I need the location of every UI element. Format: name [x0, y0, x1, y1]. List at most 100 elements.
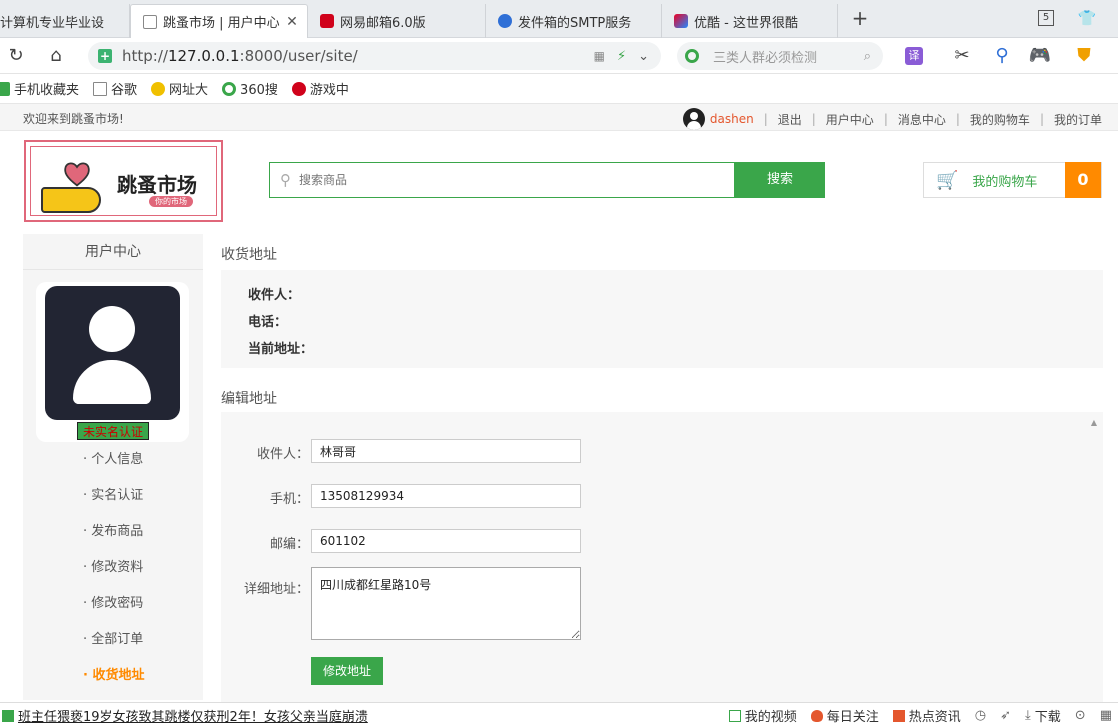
sidebar-item-address[interactable]: · 收货地址 — [23, 658, 203, 694]
verification-badge[interactable]: 未实名认证 — [77, 422, 149, 440]
tab-title: 优酷 - 这世界很酷 — [694, 15, 798, 31]
receiver-input[interactable] — [311, 439, 581, 463]
edit-section-title: 编辑地址 — [221, 391, 277, 407]
update-address-button[interactable]: 修改地址 — [311, 657, 383, 685]
grid-icon[interactable]: ▦ — [1100, 708, 1112, 723]
sidebar-item-password[interactable]: · 修改密码 — [23, 586, 203, 622]
logout-link[interactable]: 退出 — [778, 111, 802, 128]
zip-input[interactable] — [311, 529, 581, 553]
tab-title: 发件箱的SMTP服务 — [518, 15, 632, 31]
baidu-icon — [498, 14, 512, 28]
phone-icon — [0, 81, 10, 96]
bookmark-360[interactable]: 360搜 — [222, 79, 278, 98]
tab-smtp[interactable]: 发件箱的SMTP服务 — [486, 4, 662, 38]
sidebar-item-orders[interactable]: · 全部订单 — [23, 622, 203, 658]
game-icon — [291, 81, 306, 96]
gamepad-icon[interactable]: 🎮 — [1028, 44, 1052, 68]
site-top-nav: 欢迎来到跳蚤市场! dashen | 退出 | 用户中心 | 消息中心 | 我的… — [0, 104, 1118, 131]
cart-label: 我的购物车 — [972, 174, 1038, 190]
user-avatar-icon — [682, 108, 705, 130]
video-icon — [728, 709, 741, 722]
mobile-field-label: 手机： — [269, 492, 309, 507]
logo-pill: 你的市场 — [149, 196, 193, 207]
scrollbar[interactable]: ▲ — [1089, 418, 1099, 696]
url-field[interactable]: + http://127.0.0.1:8000/user/site/ ▦ ⚡ ⌄ — [88, 42, 661, 70]
chevron-down-icon[interactable]: ⌄ — [638, 49, 649, 64]
search-engine-icon[interactable] — [685, 49, 699, 63]
bookmark-games[interactable]: 游戏中 — [291, 79, 349, 98]
logo-title: 跳蚤市场 — [117, 173, 197, 197]
tab-flea-market[interactable]: 跳蚤市场 | 用户中心 ✕ — [130, 4, 308, 38]
shield-icon[interactable]: ⛊ — [1072, 44, 1096, 68]
bookmark-mobile[interactable]: 手机收藏夹 — [0, 79, 79, 98]
shirt-icon[interactable]: 👕 — [1077, 9, 1097, 29]
news-headline-link[interactable]: 班主任猥亵19岁女孩致其跳楼仅获刑2年！女孩父亲当庭崩溃 — [18, 706, 729, 725]
scissors-icon[interactable]: ✂ — [950, 44, 974, 68]
home-icon[interactable]: ⌂ — [44, 44, 68, 68]
user-center-sidebar: 用户中心 未实名认证 · 个人信息 · 实名认证 · 发布商品 · 修改资料 ·… — [23, 234, 203, 700]
search-button[interactable]: 搜索 — [735, 162, 825, 198]
site-logo[interactable]: 跳蚤市场 你的市场 — [24, 140, 223, 222]
hand-icon — [41, 187, 101, 213]
search-placeholder: 三类人群必须检测 — [713, 50, 818, 66]
bookmark-google[interactable]: 谷歌 — [93, 79, 137, 98]
bookmark-sites[interactable]: 网址大 — [151, 79, 208, 98]
page-icon — [93, 81, 108, 96]
news-icon — [2, 709, 14, 722]
tab-count-icon[interactable]: 5 — [1038, 10, 1054, 26]
detail-address-textarea[interactable]: 四川成都红星路10号 — [311, 567, 581, 640]
heart-icon — [64, 162, 90, 187]
cart-button[interactable]: 🛒 我的购物车 0 — [923, 162, 1102, 198]
product-search-input[interactable] — [299, 173, 699, 187]
user-center-link[interactable]: 用户中心 — [826, 111, 874, 128]
daily-focus-link[interactable]: 每日关注 — [810, 706, 879, 725]
page-icon — [143, 14, 157, 29]
avatar-card: 未实名认证 — [36, 282, 189, 442]
tab-netease-mail[interactable]: 网易邮箱6.0版 — [308, 4, 486, 38]
sidebar-item-profile[interactable]: · 个人信息 — [23, 442, 203, 478]
download-link[interactable]: ⤓ 下载 — [1025, 706, 1061, 725]
tab-title: 计算机专业毕业设 — [0, 15, 105, 31]
current-address-label: 当前地址： — [248, 342, 314, 357]
messages-link[interactable]: 消息中心 — [898, 111, 946, 128]
youku-icon — [674, 14, 688, 28]
my-orders-link[interactable]: 我的订单 — [1054, 111, 1102, 128]
search-icon[interactable]: ⌕ — [864, 49, 871, 64]
glasses-icon[interactable]: ⊙ — [1075, 708, 1086, 723]
sidebar-item-publish[interactable]: · 发布商品 — [23, 514, 203, 550]
detail-field-label: 详细地址： — [243, 582, 309, 597]
url-text: http://127.0.0.1:8000/user/site/ — [122, 47, 358, 65]
mobile-input[interactable] — [311, 484, 581, 508]
current-address-box: 收件人： 电话： 当前地址： — [221, 270, 1103, 368]
browser-search-field[interactable]: 三类人群必须检测 ⌕ — [677, 42, 883, 70]
lightning-icon[interactable]: ⚡ — [617, 49, 626, 64]
history-icon[interactable]: ◷ — [975, 708, 986, 723]
magnifier-icon[interactable]: ⚲ — [990, 44, 1014, 68]
sidebar-item-verify[interactable]: · 实名认证 — [23, 478, 203, 514]
scroll-up-icon[interactable]: ▲ — [1089, 418, 1099, 427]
address-section-title: 收货地址 — [221, 247, 277, 263]
fire-icon — [810, 709, 823, 722]
refresh-icon[interactable]: ↻ — [4, 44, 28, 68]
product-search-box: ⚲ — [269, 162, 735, 198]
my-video-link[interactable]: 我的视频 — [728, 706, 797, 725]
sites-icon — [151, 81, 166, 96]
netease-icon — [320, 14, 334, 28]
receiver-field-label: 收件人： — [256, 447, 309, 462]
cart-icon: 🛒 — [936, 169, 959, 191]
rocket-icon[interactable]: ➶ — [1000, 708, 1011, 723]
tab-graduation[interactable]: 计算机专业毕业设 — [0, 4, 130, 38]
my-cart-link[interactable]: 我的购物车 — [970, 111, 1030, 128]
username-link[interactable]: dashen — [710, 112, 754, 126]
translate-icon[interactable]: 译 — [905, 47, 923, 65]
tab-youku[interactable]: 优酷 - 这世界很酷 — [662, 4, 838, 38]
close-tab-icon[interactable]: ✕ — [283, 14, 301, 30]
qr-icon[interactable]: ▦ — [594, 49, 605, 63]
360-icon — [222, 81, 237, 96]
sidebar-menu: · 个人信息 · 实名认证 · 发布商品 · 修改资料 · 修改密码 · 全部订… — [23, 442, 203, 694]
hot-news-link[interactable]: 热点资讯 — [892, 706, 961, 725]
edit-address-form: 收件人： 手机： 邮编： 详细地址： 四川成都红星路10号 修改地址 ▲ — [221, 412, 1103, 702]
receiver-label: 收件人： — [248, 288, 301, 303]
sidebar-item-edit-profile[interactable]: · 修改资料 — [23, 550, 203, 586]
new-tab-button[interactable]: + — [850, 8, 870, 29]
